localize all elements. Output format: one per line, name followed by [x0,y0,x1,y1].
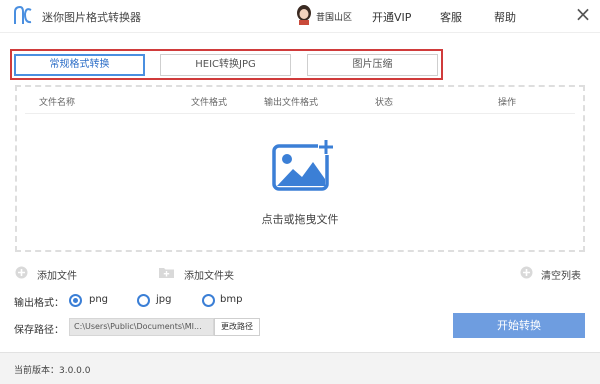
radio-bmp[interactable] [202,294,215,307]
column-header-name: 文件名称 [39,98,76,108]
add-folder-button[interactable]: 添加文件夹 [184,267,234,282]
save-path-field[interactable]: C:\Users\Public\Documents\MI... [69,318,214,336]
radio-bmp-label[interactable]: bmp [220,294,242,305]
close-icon[interactable]: × [573,3,593,25]
add-image-icon[interactable] [272,139,334,191]
save-path-label: 保存路径： [14,325,64,336]
help-link[interactable]: 帮助 [494,9,516,25]
radio-jpg[interactable] [137,294,150,307]
user-avatar[interactable] [296,5,312,25]
header-divider [25,113,575,114]
output-format-label: 输出格式： [14,298,64,309]
service-link[interactable]: 客服 [440,9,462,25]
change-path-button[interactable]: 更改路径 [214,318,260,336]
tab-image-compress[interactable]: 图片压缩 [307,54,438,76]
clear-list-icon[interactable] [520,266,533,279]
app-logo-icon [12,4,34,28]
radio-jpg-label[interactable]: jpg [156,294,171,305]
radio-png[interactable] [69,294,82,307]
drop-hint[interactable]: 点击或拖曳文件 [0,211,600,227]
vip-link[interactable]: 开通VIP [372,9,411,25]
user-name[interactable]: 昔国山区 [316,10,352,23]
start-convert-button[interactable]: 开始转换 [453,313,585,338]
radio-png-label[interactable]: png [89,294,108,305]
column-header-action: 操作 [498,98,517,108]
column-header-status: 状态 [375,98,394,108]
tab-heic-to-jpg[interactable]: HEIC转换JPG [160,54,291,76]
version-text: 当前版本：3.0.0.0 [14,366,91,376]
column-header-format: 文件格式 [191,98,228,108]
add-folder-icon[interactable] [158,266,175,279]
tab-standard-convert[interactable]: 常规格式转换 [14,54,145,76]
add-file-icon[interactable] [15,266,28,279]
clear-list-button[interactable]: 清空列表 [541,267,581,282]
add-file-button[interactable]: 添加文件 [37,267,77,282]
app-title: 迷你图片格式转换器 [42,11,141,24]
column-header-output-format: 输出文件格式 [264,98,319,108]
